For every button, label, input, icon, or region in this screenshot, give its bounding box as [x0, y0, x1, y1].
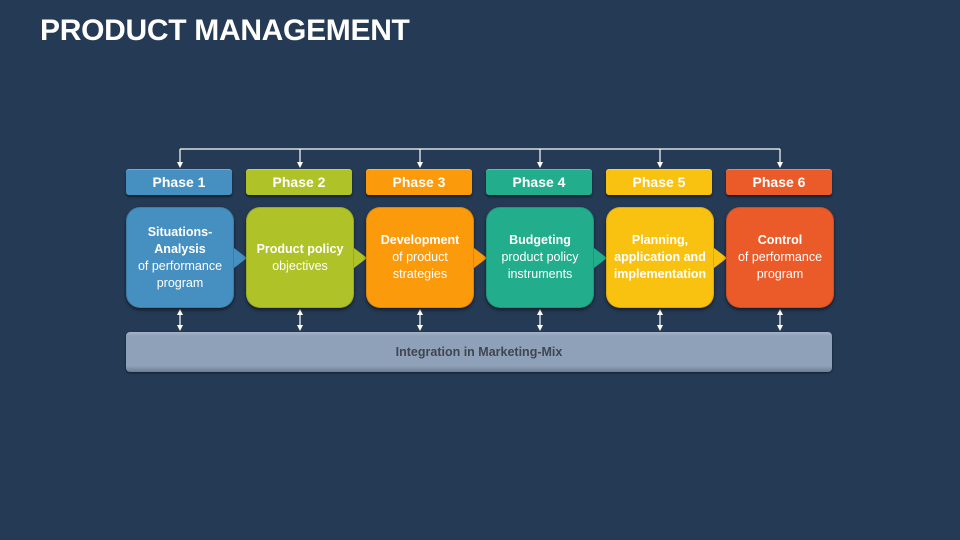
phase-box-text-line: Product policy — [256, 241, 344, 256]
phase-box-text-line: product policy — [501, 250, 579, 264]
phase-tab-1: Phase 1 — [126, 169, 232, 195]
phase-box-text-line: of product — [392, 250, 448, 264]
phase-box-4: Budgeting product policy instruments — [486, 207, 594, 308]
phase-box-text-line: Planning, — [631, 233, 689, 247]
integration-bar: Integration in Marketing-Mix — [126, 332, 832, 372]
arrow-down-icon — [777, 325, 783, 331]
phase-box-2: Product policy objectives — [246, 207, 354, 308]
phase-box-text-line: of performance — [137, 258, 223, 273]
arrow-up-icon — [537, 309, 543, 315]
phase-box-text-line: application and — [614, 250, 706, 264]
arrow-up-icon — [417, 309, 423, 315]
arrow-down-icon — [537, 325, 543, 331]
phase-box-6: Control of performance program — [726, 207, 834, 308]
phase-box-text-line: Development — [380, 233, 460, 247]
arrow-down-icon — [417, 325, 423, 331]
phase-box-text-line: objectives — [272, 258, 328, 273]
arrow-up-icon — [657, 309, 663, 315]
arrow-up-icon — [777, 309, 783, 315]
phase-tab-label: Phase 6 — [752, 174, 806, 190]
phase-tab-label: Phase 5 — [632, 174, 686, 190]
phase-tab-6: Phase 6 — [726, 169, 832, 195]
phase-tab-label: Phase 2 — [272, 174, 326, 190]
phase-tab-label: Phase 3 — [392, 174, 446, 190]
arrow-down-icon — [297, 162, 303, 168]
phase-box-3: Development of product strategies — [366, 207, 474, 308]
phase-tab-4: Phase 4 — [486, 169, 592, 195]
phase-box-text-line: program — [756, 267, 804, 281]
phase-box-text-line: program — [156, 275, 204, 290]
arrow-down-icon — [177, 325, 183, 331]
phase-box-text-line: Analysis — [154, 241, 206, 256]
phase-box-text-line: Budgeting — [509, 233, 571, 247]
phase-box-text-line: strategies — [392, 267, 448, 281]
phase-box-1: Situations- Analysis of performance program — [126, 207, 234, 308]
arrow-up-icon — [297, 309, 303, 315]
integration-label: Integration in Marketing-Mix — [395, 345, 563, 359]
arrow-up-icon — [177, 309, 183, 315]
arrow-down-icon — [297, 325, 303, 331]
arrow-down-icon — [657, 162, 663, 168]
phase-box-text-line: of performance — [737, 250, 823, 264]
phase-box-5: Planning, application and implementation — [606, 207, 714, 308]
phase-tab-3: Phase 3 — [366, 169, 472, 195]
slide-title: PRODUCT MANAGEMENT — [40, 14, 410, 47]
arrow-down-icon — [417, 162, 423, 168]
phase-box-text-line: Situations- — [147, 224, 213, 239]
phase-box-text-line: Control — [757, 233, 803, 247]
arrow-down-icon — [777, 162, 783, 168]
phase-tab-label: Phase 4 — [512, 174, 566, 190]
phase-tab-label: Phase 1 — [152, 174, 206, 190]
phase-box-text-line: instruments — [507, 267, 573, 281]
arrow-down-icon — [657, 325, 663, 331]
arrow-down-icon — [537, 162, 543, 168]
phase-box-text-line: implementation — [613, 267, 707, 281]
phase-tab-5: Phase 5 — [606, 169, 712, 195]
arrow-down-icon — [177, 162, 183, 168]
phase-tab-2: Phase 2 — [246, 169, 352, 195]
